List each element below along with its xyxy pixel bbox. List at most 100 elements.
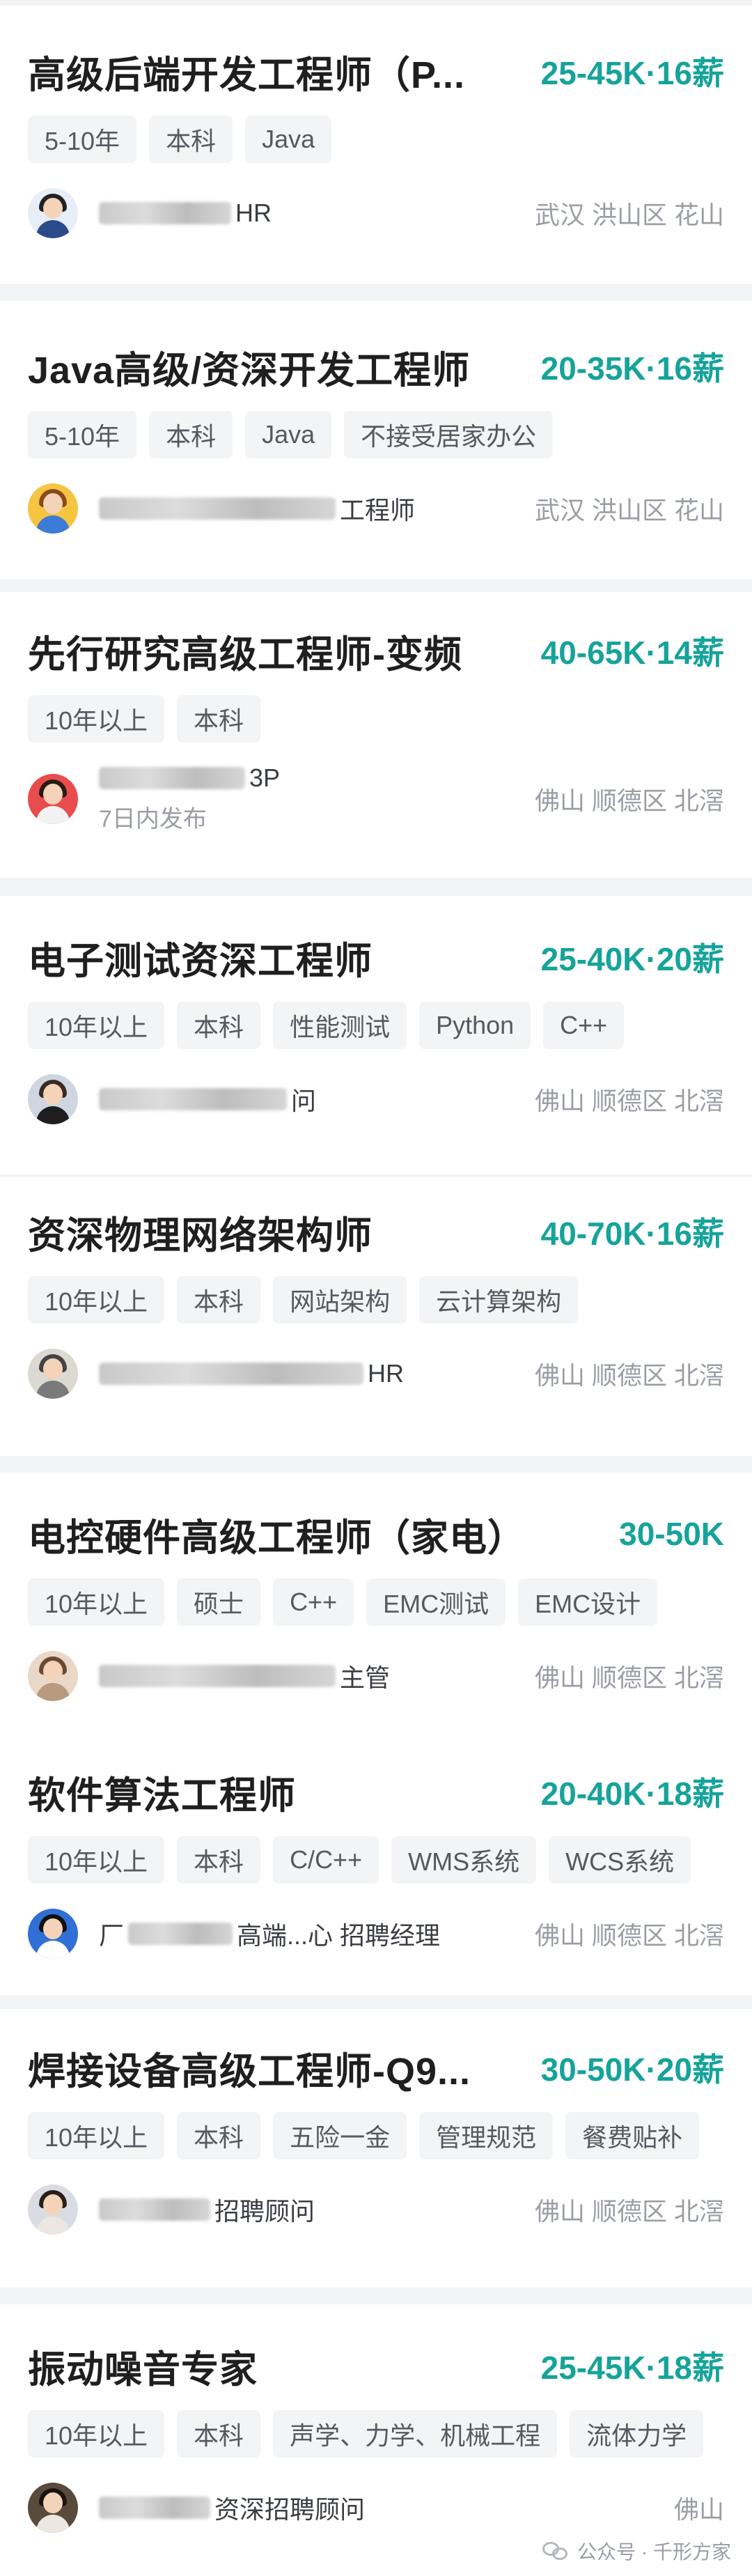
job-tag: 10年以上 (28, 695, 165, 743)
recruiter-avatar (28, 1349, 78, 1399)
post-date: 7日内发布 (99, 806, 207, 832)
recruiter[interactable]: 招聘顾问 (28, 2185, 315, 2235)
recruiter[interactable]: HR (28, 188, 272, 238)
job-title: 电子测试资深工程师 (28, 940, 373, 982)
job-card[interactable]: 资深物理网络架构师 40-70K·16薪 10年以上 本科 网站架构 云计算架构… (0, 1177, 752, 1456)
job-tag: 本科 (177, 695, 261, 743)
job-card[interactable]: Java高级/资深开发工程师 20-35K·16薪 5-10年 本科 Java … (0, 301, 752, 580)
job-card[interactable]: 电控硬件高级工程师（家电） 30-50K 10年以上 硕士 C++ EMC测试 … (0, 1473, 752, 1737)
job-tag: 10年以上 (28, 1578, 165, 1626)
job-tag: 5-10年 (28, 411, 137, 458)
job-tag: 性能测试 (273, 1002, 407, 1049)
job-tags: 5-10年 本科 Java 不接受居家办公 (28, 411, 724, 458)
job-tag: 5-10年 (28, 116, 137, 163)
redacted-name (99, 202, 231, 224)
job-title: 先行研究高级工程师-变频 (28, 633, 462, 676)
job-salary: 40-65K·14薪 (540, 635, 724, 671)
job-tags: 10年以上 硕士 C++ EMC测试 EMC设计 (28, 1578, 724, 1626)
recruiter-title: 高端...心 招聘经理 (237, 1921, 441, 1950)
job-tag: 本科 (177, 2410, 261, 2458)
recruiter-title: 工程师 (340, 496, 416, 525)
recruiter[interactable]: 主管 (28, 1651, 390, 1701)
recruiter[interactable]: 问 (28, 1074, 316, 1124)
job-tag: WMS系统 (391, 1836, 537, 1884)
job-tags: 10年以上 本科 (28, 695, 724, 743)
job-salary: 25-40K·20薪 (540, 941, 724, 977)
job-salary: 20-40K·18薪 (540, 1776, 724, 1812)
job-tags: 10年以上 本科 声学、力学、机械工程 流体力学 (28, 2410, 724, 2458)
job-title: 焊接设备高级工程师-Q9... (28, 2050, 471, 2093)
job-tag: 声学、力学、机械工程 (273, 2410, 558, 2458)
job-tag: 餐费贴补 (565, 2112, 700, 2159)
job-card[interactable]: 焊接设备高级工程师-Q9... 30-50K·20薪 10年以上 本科 五险一金… (0, 2009, 752, 2288)
recruiter[interactable]: 资深招聘顾问 (28, 2483, 365, 2533)
job-location: 佛山 顺德区 北滘 (534, 786, 724, 815)
job-salary: 25-45K·16薪 (540, 55, 724, 91)
job-title: 高级后端开发工程师（P... (28, 54, 466, 96)
job-tag: Java (245, 411, 332, 458)
recruiter-title: 资深招聘顾问 (214, 2495, 366, 2524)
recruiter-avatar (28, 188, 78, 238)
job-tag: 本科 (149, 116, 233, 163)
recruiter-title: HR (235, 199, 272, 227)
job-tag: WCS系统 (549, 1836, 691, 1884)
job-tag: 10年以上 (28, 2112, 165, 2159)
recruiter-title: 招聘顾问 (214, 2197, 315, 2226)
job-card[interactable]: 振动噪音专家 25-45K·18薪 10年以上 本科 声学、力学、机械工程 流体… (0, 2304, 752, 2576)
recruiter-avatar (28, 773, 78, 824)
recruiter-avatar (28, 2185, 78, 2235)
job-card[interactable]: 先行研究高级工程师-变频 40-65K·14薪 10年以上 本科 3P 7日内发… (0, 592, 752, 878)
recruiter-title: 主管 (340, 1663, 391, 1692)
job-location: 佛山 (673, 2495, 724, 2524)
redacted-name (99, 2497, 210, 2519)
recruiter[interactable]: 工程师 (28, 483, 415, 534)
redacted-name (128, 1923, 233, 1945)
job-card[interactable]: 高级后端开发工程师（P... 25-45K·16薪 5-10年 本科 Java … (0, 6, 752, 284)
job-tag: C++ (543, 1002, 625, 1049)
job-location: 佛山 顺德区 北滘 (534, 1361, 724, 1390)
job-tag: 云计算架构 (419, 1276, 579, 1324)
job-tag: 硕士 (177, 1578, 261, 1626)
job-card[interactable]: 电子测试资深工程师 25-40K·20薪 10年以上 本科 性能测试 Pytho… (0, 896, 752, 1174)
job-tag: 本科 (177, 1002, 261, 1049)
job-tag: Java (245, 116, 332, 163)
job-tag: 10年以上 (28, 1002, 165, 1049)
recruiter-avatar (28, 1909, 78, 1959)
job-location: 佛山 顺德区 北滘 (534, 1663, 724, 1692)
job-tag: EMC测试 (366, 1578, 506, 1626)
job-tags: 10年以上 本科 C/C++ WMS系统 WCS系统 (28, 1836, 724, 1884)
job-tag: 五险一金 (273, 2112, 407, 2159)
recruiter-avatar (28, 2483, 78, 2533)
job-tags: 10年以上 本科 网站架构 云计算架构 (28, 1276, 724, 1324)
redacted-name (99, 1088, 287, 1110)
job-tag: 本科 (177, 2112, 261, 2159)
recruiter[interactable]: HR (28, 1349, 404, 1399)
redacted-name (99, 767, 245, 789)
job-tags: 10年以上 本科 五险一金 管理规范 餐费贴补 (28, 2112, 724, 2159)
recruiter-avatar (28, 1651, 78, 1701)
recruiter-avatar (28, 483, 78, 534)
job-tag: 管理规范 (419, 2112, 554, 2159)
recruiter-avatar (28, 1074, 78, 1124)
job-tag: 10年以上 (28, 1276, 165, 1324)
job-tag: C/C++ (273, 1836, 379, 1884)
redacted-name (99, 2198, 210, 2221)
job-salary: 25-45K·18薪 (540, 2350, 724, 2386)
job-location: 佛山 顺德区 北滘 (534, 1921, 724, 1950)
job-salary: 20-35K·16薪 (540, 350, 724, 387)
job-salary: 40-70K·16薪 (540, 1216, 724, 1252)
redacted-name (99, 1665, 336, 1687)
recruiter-title: 3P (249, 763, 281, 792)
watermark-text: 公众号 · 千形方家 (577, 2541, 731, 2563)
job-tag: 不接受居家办公 (344, 411, 554, 458)
job-title: 资深物理网络架构师 (28, 1214, 373, 1257)
redacted-name (99, 497, 336, 520)
job-tag: 本科 (177, 1276, 261, 1324)
recruiter[interactable]: 3P 7日内发布 (28, 763, 280, 834)
job-title: 振动噪音专家 (28, 2348, 258, 2391)
job-tags: 5-10年 本科 Java (28, 116, 724, 163)
job-card[interactable]: 软件算法工程师 20-40K·18薪 10年以上 本科 C/C++ WMS系统 … (0, 1737, 752, 1995)
job-location: 武汉 洪山区 花山 (534, 201, 724, 229)
job-salary: 30-50K (619, 1516, 724, 1552)
recruiter[interactable]: 厂 高端...心 招聘经理 (28, 1909, 440, 1959)
